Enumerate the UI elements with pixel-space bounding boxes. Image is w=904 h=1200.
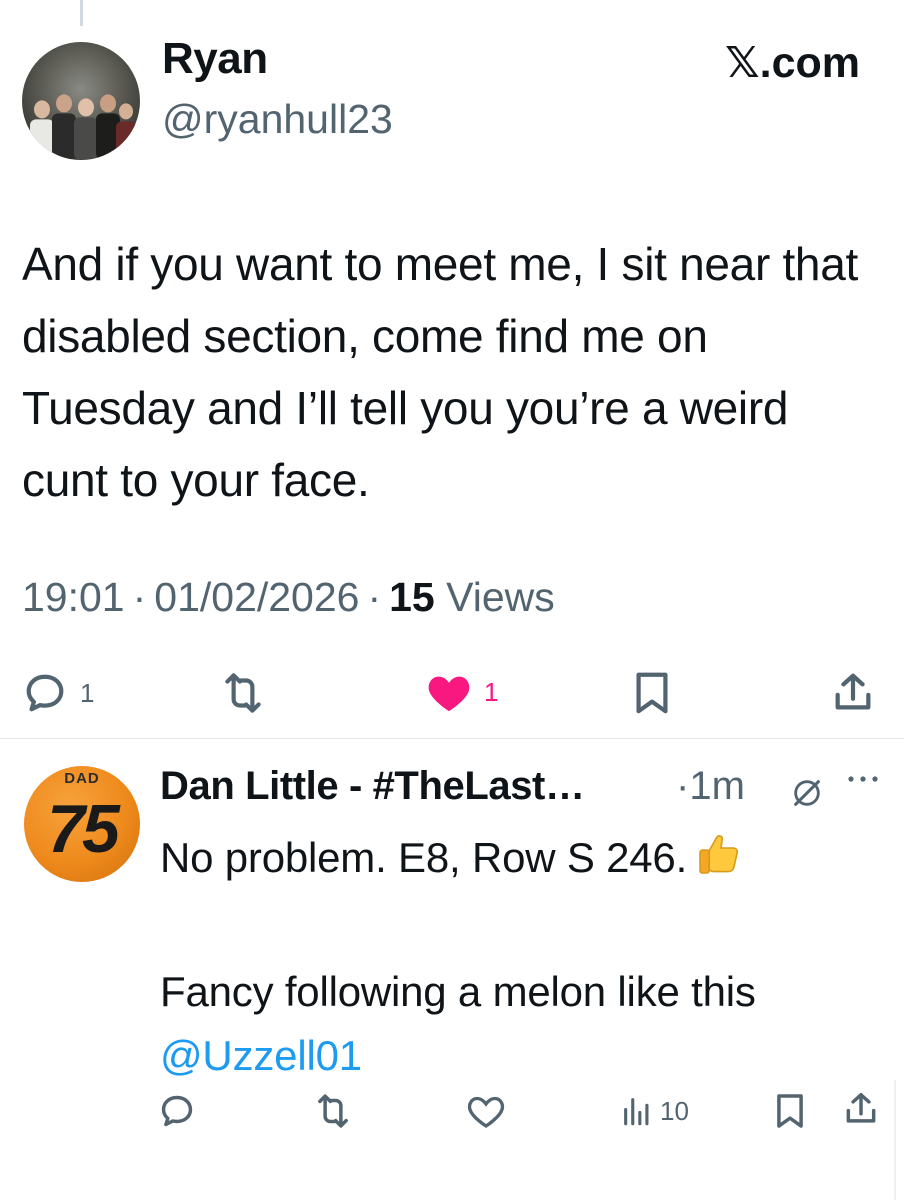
heart-outline-icon xyxy=(467,1096,505,1128)
grok-icon[interactable] xyxy=(790,776,824,815)
reply-mention-link[interactable]: @Uzzell01 xyxy=(160,1024,880,1088)
reply-line-1-text: No problem. E8, Row S 246. xyxy=(160,834,688,881)
avatar-shirt-label: DAD xyxy=(64,770,100,787)
separator-dot: · xyxy=(367,574,382,620)
avatar-shirt-number: 75 xyxy=(47,791,120,867)
reply-text: No problem. E8, Row S 246. Fancy followi… xyxy=(160,826,880,1088)
reply-reply-button[interactable] xyxy=(158,1092,196,1130)
reply-icon xyxy=(26,674,64,712)
separator-dot: · xyxy=(132,574,147,620)
thumbs-up-icon xyxy=(695,830,743,896)
reply-time[interactable]: ·1m xyxy=(676,764,745,809)
heart-icon xyxy=(428,676,470,712)
reply-views-button[interactable]: 10 xyxy=(620,1094,689,1128)
share-icon xyxy=(835,673,871,710)
bookmark-button[interactable] xyxy=(632,670,672,716)
like-count: 1 xyxy=(484,676,499,707)
reply-author-avatar[interactable]: DAD 75 xyxy=(24,766,140,882)
reply-button[interactable]: 1 xyxy=(22,670,94,716)
reply-count: 1 xyxy=(80,677,95,708)
reply-line-1: No problem. E8, Row S 246. xyxy=(160,826,880,896)
more-options-icon[interactable] xyxy=(846,772,880,791)
reply-line-2: Fancy following a melon like this xyxy=(160,968,756,1015)
reply-icon xyxy=(161,1095,193,1127)
reply-views-count: 10 xyxy=(660,1095,689,1126)
share-button[interactable] xyxy=(830,670,876,716)
reply-like-button[interactable] xyxy=(466,1092,506,1130)
reply-share-button[interactable] xyxy=(842,1090,880,1128)
tweet-text: And if you want to meet me, I sit near t… xyxy=(22,238,858,506)
tweet-time[interactable]: 19:01 xyxy=(22,574,125,620)
scroll-edge xyxy=(894,1080,896,1200)
retweet-icon xyxy=(318,1094,348,1128)
author-avatar[interactable] xyxy=(22,42,140,160)
reply-retweet-button[interactable] xyxy=(312,1090,354,1132)
views-label: Views xyxy=(446,574,555,620)
bookmark-icon xyxy=(777,1094,803,1128)
like-button[interactable]: 1 xyxy=(426,670,498,714)
retweet-button[interactable] xyxy=(218,668,268,718)
analytics-icon xyxy=(624,1098,649,1126)
retweet-icon xyxy=(225,673,261,713)
source-watermark: 𝕏.com xyxy=(725,38,860,88)
views-count: 15 xyxy=(389,574,435,620)
reply-time-value: 1m xyxy=(689,764,745,808)
thread-connector-line xyxy=(80,0,83,26)
reply-bookmark-button[interactable] xyxy=(774,1092,806,1130)
reply-author-name[interactable]: Dan Little - #TheLast… xyxy=(160,764,585,809)
share-icon xyxy=(846,1093,876,1123)
divider xyxy=(0,738,904,739)
tweet-date[interactable]: 01/02/2026 xyxy=(154,574,359,620)
bookmark-icon xyxy=(636,672,668,714)
tweet-meta: 19:01 · 01/02/2026 · 15 Views xyxy=(22,574,555,621)
author-name[interactable]: Ryan xyxy=(162,34,268,84)
source-label: 𝕏.com xyxy=(724,39,860,87)
author-handle[interactable]: @ryanhull23 xyxy=(162,96,393,143)
avatar-photo xyxy=(30,94,136,160)
